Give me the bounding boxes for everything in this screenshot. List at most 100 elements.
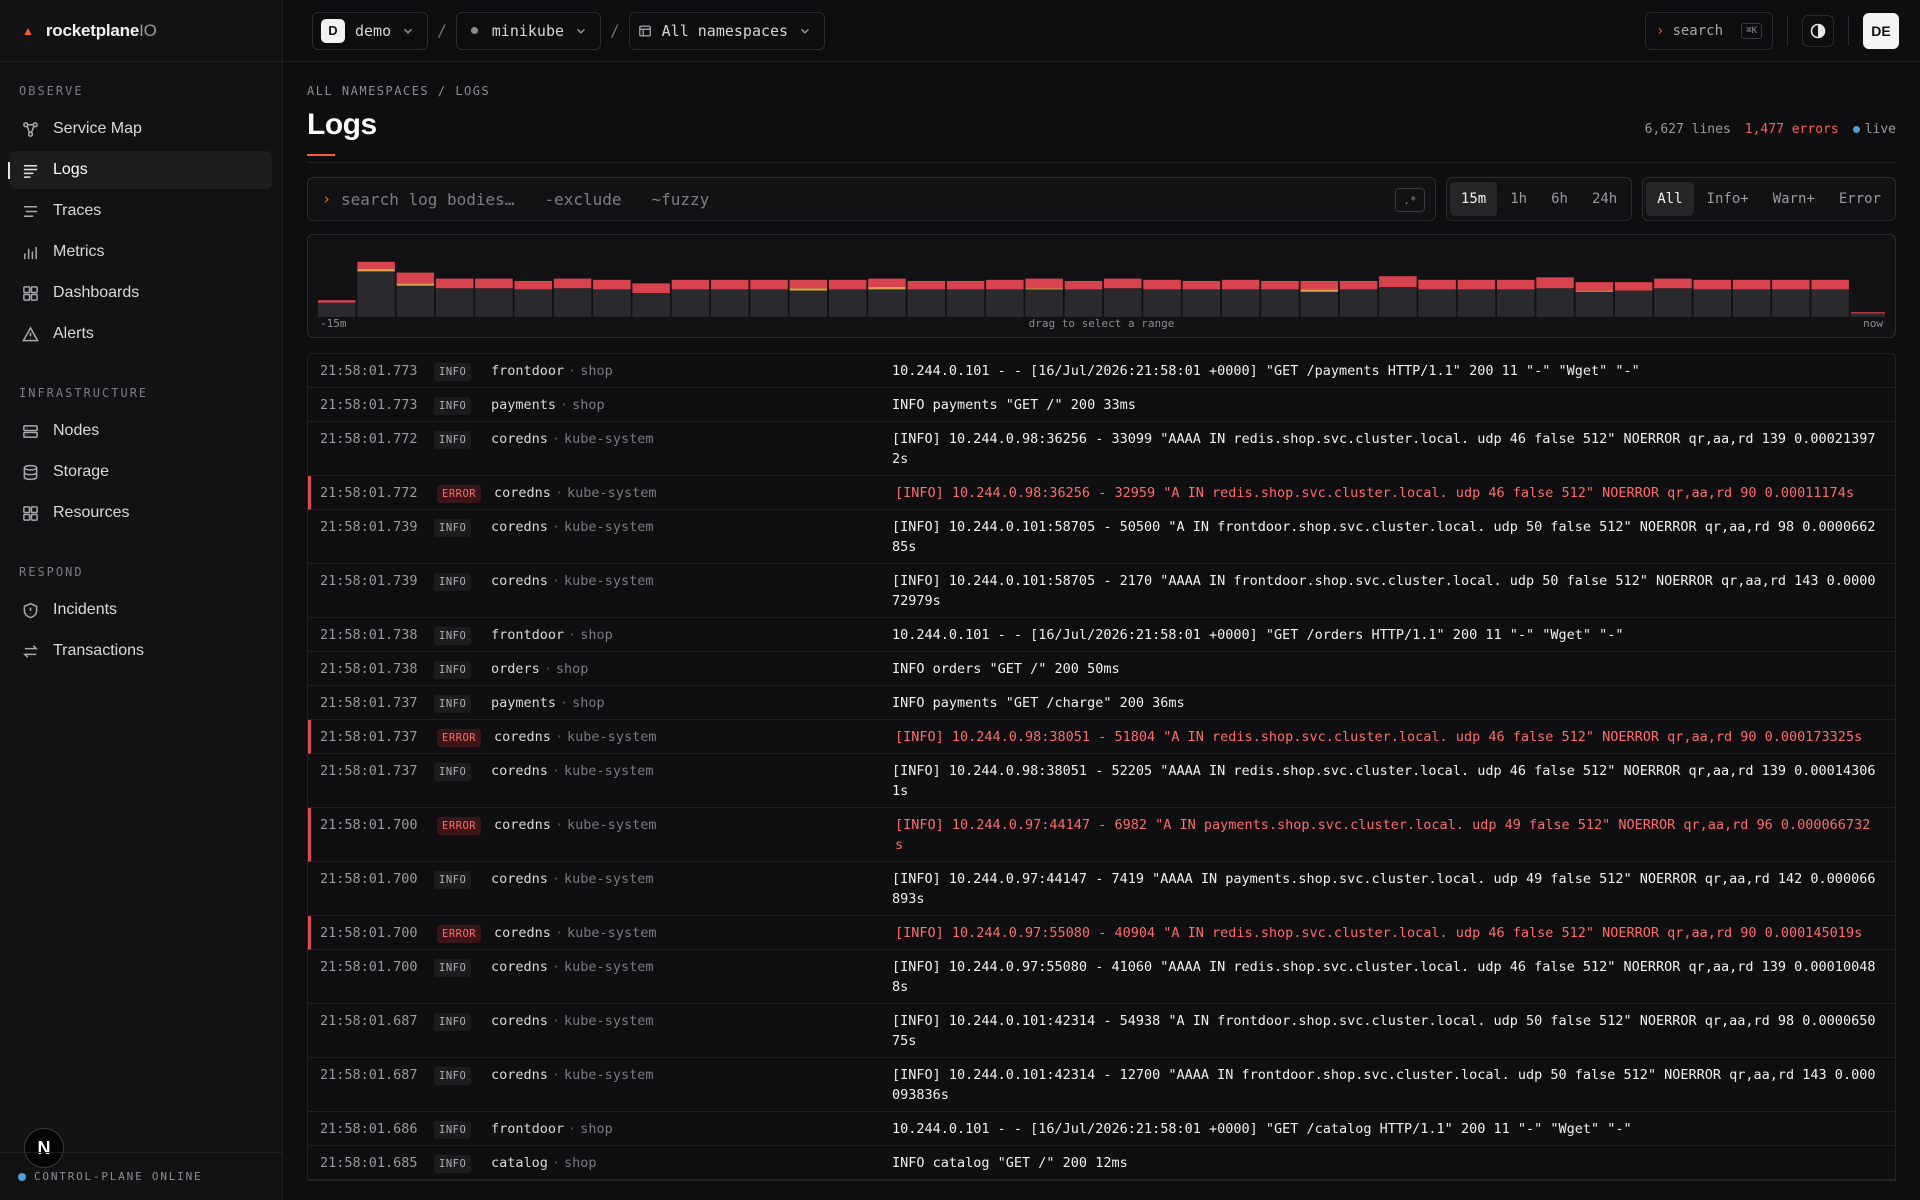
histogram-bar-info[interactable] — [1536, 288, 1574, 317]
sidebar-item-transactions[interactable]: Transactions — [10, 632, 272, 670]
log-source[interactable]: coredns · kube-system — [491, 429, 892, 469]
sidebar-item-dashboards[interactable]: Dashboards — [10, 274, 272, 312]
histogram-bar-error[interactable] — [671, 279, 710, 290]
log-row[interactable]: 21:58:01.700 ERROR coredns · kube-system [INF… — [308, 808, 1895, 862]
user-avatar[interactable]: DE — [1863, 13, 1899, 49]
log-source[interactable]: coredns · kube-system — [491, 869, 892, 909]
histogram-bar-error[interactable] — [1261, 281, 1299, 290]
log-row[interactable]: 21:58:01.737 ERROR coredns · kube-system [INF… — [308, 720, 1895, 754]
histogram-bar-error[interactable] — [514, 281, 553, 290]
histogram-bar-error[interactable] — [1614, 282, 1653, 291]
range-option-15m[interactable]: 15m — [1449, 182, 1498, 216]
histogram-bar-error[interactable] — [1811, 279, 1849, 290]
log-row[interactable]: 21:58:01.686 INFO frontdoor · shop 10.244.0.1… — [308, 1112, 1895, 1146]
histogram-bar-error[interactable] — [1418, 279, 1456, 290]
log-row[interactable]: 21:58:01.700 INFO coredns · kube-system [INFO… — [308, 862, 1895, 916]
level-option-all[interactable]: All — [1646, 182, 1694, 216]
histogram-bar-error[interactable] — [828, 279, 867, 290]
histogram-bar-error[interactable] — [1300, 281, 1339, 290]
histogram-bar-error[interactable] — [318, 300, 356, 303]
level-option-error[interactable]: Error — [1828, 182, 1892, 216]
cluster-selector[interactable]: minikube — [455, 11, 602, 50]
histogram-bar-error[interactable] — [1497, 279, 1535, 290]
log-source[interactable]: coredns · kube-system — [494, 727, 895, 747]
log-row[interactable]: 21:58:01.700 INFO coredns · kube-system [INFO… — [308, 950, 1895, 1004]
histogram-bar-warn[interactable] — [1025, 288, 1063, 290]
log-source[interactable]: coredns · kube-system — [491, 957, 892, 997]
log-row[interactable]: 21:58:01.737 INFO payments · shop INFO paymen… — [308, 686, 1895, 720]
histogram-bar-error[interactable] — [357, 261, 395, 269]
range-option-24h[interactable]: 24h — [1581, 182, 1628, 216]
log-row[interactable]: 21:58:01.739 INFO coredns · kube-system [INFO… — [308, 510, 1895, 564]
histogram-bar-error[interactable] — [868, 278, 906, 287]
histogram-bar-info[interactable] — [1339, 289, 1378, 317]
histogram-bar-info[interactable] — [986, 289, 1024, 317]
histogram-bar-info[interactable] — [828, 289, 867, 317]
range-option-6h[interactable]: 6h — [1540, 182, 1579, 216]
histogram-bar-error[interactable] — [1025, 278, 1063, 289]
histogram-bar-info[interactable] — [632, 293, 670, 317]
histogram-bar-error[interactable] — [553, 278, 592, 289]
sidebar-item-logs[interactable]: Logs — [8, 151, 272, 189]
sidebar-item-incidents[interactable]: Incidents — [10, 591, 272, 629]
level-option-warn-plus[interactable]: Warn+ — [1762, 182, 1826, 216]
log-row[interactable]: 21:58:01.773 INFO payments · shop INFO paymen… — [308, 388, 1895, 422]
histogram-bar-info[interactable] — [1693, 289, 1732, 317]
log-source[interactable]: coredns · kube-system — [491, 571, 892, 611]
histogram-bar-info[interactable] — [868, 289, 906, 317]
log-source[interactable]: coredns · kube-system — [494, 815, 895, 855]
histogram-bar-warn[interactable] — [1575, 290, 1614, 292]
histogram-bar-info[interactable] — [1732, 289, 1771, 317]
histogram-bar-info[interactable] — [789, 290, 828, 317]
namespace-selector[interactable]: All namespaces — [628, 11, 826, 50]
histogram-bar-error[interactable] — [632, 283, 670, 293]
histogram-bar-info[interactable] — [946, 289, 985, 317]
log-source[interactable]: coredns · kube-system — [494, 923, 895, 943]
histogram-bar-error[interactable] — [750, 279, 788, 290]
live-indicator[interactable]: live — [1853, 122, 1896, 137]
histogram-bar-warn[interactable] — [357, 269, 395, 272]
histogram-bar-error[interactable] — [986, 279, 1024, 290]
histogram-bar-error[interactable] — [593, 279, 631, 290]
histogram-bar-info[interactable] — [1104, 288, 1142, 317]
histogram-bar-info[interactable] — [1614, 290, 1653, 317]
histogram-bar-error[interactable] — [1143, 279, 1181, 290]
histogram-bar-info[interactable] — [1143, 289, 1181, 317]
log-source[interactable]: catalog · shop — [491, 1153, 892, 1173]
histogram-bar-warn[interactable] — [396, 283, 435, 286]
log-source[interactable]: coredns · kube-system — [491, 1011, 892, 1051]
histogram-bar-info[interactable] — [593, 289, 631, 317]
sidebar-item-traces[interactable]: Traces — [10, 192, 272, 230]
histogram-bar-error[interactable] — [1104, 278, 1142, 289]
histogram-bar-info[interactable] — [1025, 289, 1063, 317]
histogram-bar-warn[interactable] — [868, 287, 906, 290]
histogram-bar-info[interactable] — [357, 271, 395, 317]
log-row[interactable]: 21:58:01.739 INFO coredns · kube-system [INFO… — [308, 564, 1895, 618]
histogram-bar-error[interactable] — [1064, 281, 1103, 290]
histogram-bar-info[interactable] — [1772, 289, 1810, 317]
histogram-bar-info[interactable] — [475, 288, 513, 317]
histogram-bar-error[interactable] — [1221, 279, 1260, 290]
log-row[interactable]: 21:58:01.687 INFO coredns · kube-system [INFO… — [308, 1058, 1895, 1112]
histogram-bar-info[interactable] — [711, 289, 749, 317]
sidebar-item-nodes[interactable]: Nodes — [10, 412, 272, 450]
log-row[interactable]: 21:58:01.685 INFO catalog · shop INFO catalog… — [308, 1146, 1895, 1180]
histogram-bar-error[interactable] — [711, 279, 749, 290]
histogram-bar-info[interactable] — [907, 289, 946, 317]
global-search-button[interactable]: › search ⌘K — [1645, 12, 1773, 50]
log-row[interactable]: 21:58:01.738 INFO orders · shop INFO orders "… — [308, 652, 1895, 686]
histogram-bar-error[interactable] — [435, 278, 474, 289]
log-source[interactable]: coredns · kube-system — [491, 761, 892, 801]
log-source[interactable]: frontdoor · shop — [491, 1119, 892, 1139]
histogram-bar-warn[interactable] — [789, 288, 828, 291]
histogram-bar-info[interactable] — [1261, 289, 1299, 317]
log-row[interactable]: 21:58:01.700 ERROR coredns · kube-system [INF… — [308, 916, 1895, 950]
level-option-info-plus[interactable]: Info+ — [1696, 182, 1760, 216]
histogram-bar-info[interactable] — [671, 289, 710, 317]
histogram-bar-error[interactable] — [1772, 279, 1810, 290]
histogram-bar-error[interactable] — [475, 278, 513, 289]
histogram-bar-info[interactable] — [750, 289, 788, 317]
range-option-1h[interactable]: 1h — [1499, 182, 1538, 216]
log-source[interactable]: payments · shop — [491, 693, 892, 713]
histogram-bar-info[interactable] — [553, 288, 592, 317]
